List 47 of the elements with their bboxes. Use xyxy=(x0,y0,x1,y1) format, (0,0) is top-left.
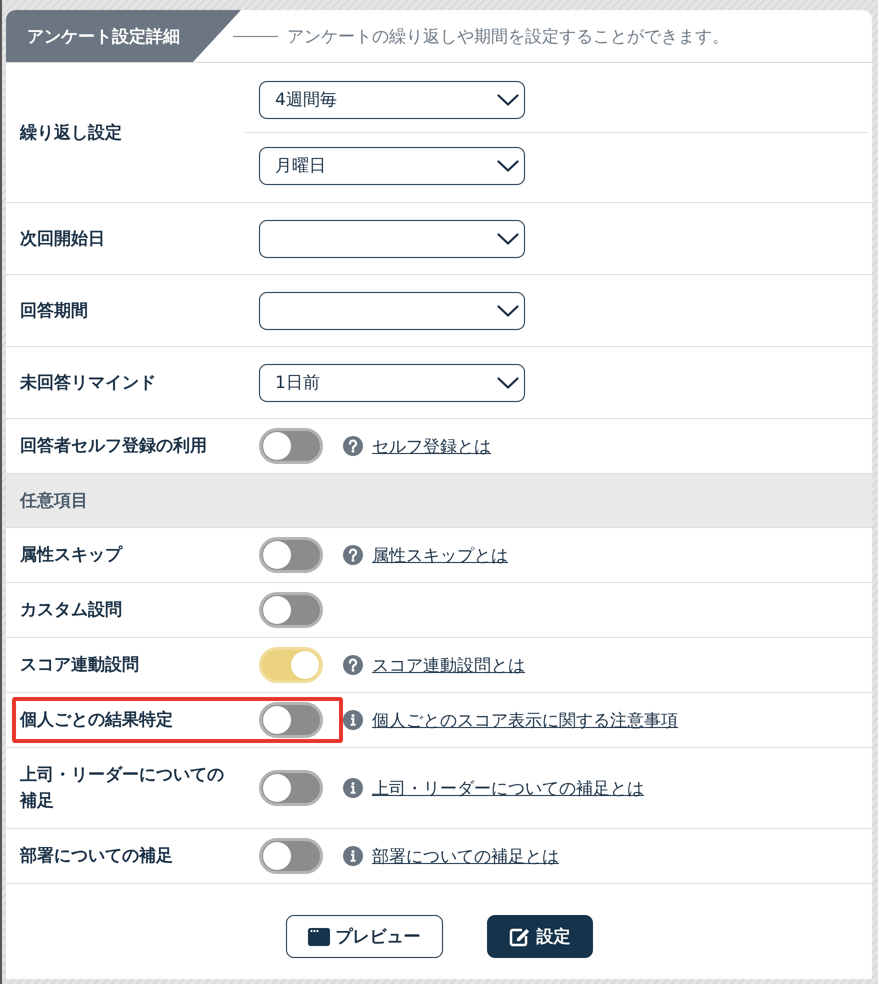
field-label: 属性スキップ xyxy=(20,544,124,567)
help-link[interactable]: セルフ登録とは xyxy=(372,434,491,458)
help-link[interactable]: 部署についての補足とは xyxy=(372,844,559,868)
chevron-icon xyxy=(497,232,519,244)
field-label: 回答者セルフ登録の利用 xyxy=(20,435,208,458)
help-link[interactable]: 個人ごとのスコア表示に関する注意事項 xyxy=(372,708,678,732)
help-link[interactable]: スコア連動設問とは xyxy=(372,654,525,676)
question-icon xyxy=(343,436,363,456)
submit-button[interactable]: 設定 xyxy=(486,915,592,958)
question-icon xyxy=(343,655,363,675)
toggle-switch[interactable] xyxy=(259,428,323,464)
info-icon xyxy=(343,778,363,798)
toggle-switch[interactable] xyxy=(259,770,323,806)
chevron-icon xyxy=(497,94,519,106)
toggle-switch[interactable] xyxy=(259,592,323,628)
question-icon xyxy=(343,545,363,565)
field-label: スコア連動設問 xyxy=(20,654,140,677)
dropdown[interactable] xyxy=(259,220,525,258)
field-label: カスタム設問 xyxy=(20,599,123,622)
window-icon xyxy=(308,928,330,946)
chevron-icon xyxy=(497,160,519,172)
chevron-icon xyxy=(497,376,519,388)
dropdown[interactable] xyxy=(259,292,525,330)
toggle-switch[interactable] xyxy=(259,537,323,573)
dropdown[interactable]: 1日前 xyxy=(259,364,525,402)
info-icon xyxy=(343,846,363,866)
panel-description: アンケートの繰り返しや期間を設定することができます。 xyxy=(287,26,729,48)
dropdown[interactable]: 月曜日 xyxy=(259,146,525,184)
field-label: 個人ごとの結果特定 xyxy=(20,709,174,732)
help-link[interactable]: 上司・リーダーについての補足とは xyxy=(372,776,644,800)
toggle-switch[interactable] xyxy=(259,838,323,874)
field-label: 次回開始日 xyxy=(20,228,106,250)
preview-button[interactable]: プレビュー xyxy=(286,915,442,958)
field-label: 繰り返し設定 xyxy=(20,122,123,144)
toggle-switch[interactable] xyxy=(259,702,323,738)
edit-icon xyxy=(508,926,530,946)
section-heading: 任意項目 xyxy=(20,490,88,512)
info-icon xyxy=(343,710,363,730)
help-link[interactable]: 属性スキップとは xyxy=(372,544,508,566)
field-label: 上司・リーダーについての補足 xyxy=(20,764,225,813)
field-label: 未回答リマインド xyxy=(20,372,157,394)
chevron-icon xyxy=(497,304,519,316)
toggle-switch[interactable] xyxy=(259,647,323,683)
field-label: 回答期間 xyxy=(20,300,89,322)
panel-title: アンケート設定詳細 xyxy=(6,10,241,62)
field-label: 部署についての補足 xyxy=(20,845,174,868)
dropdown[interactable]: 4週間毎 xyxy=(259,80,525,118)
